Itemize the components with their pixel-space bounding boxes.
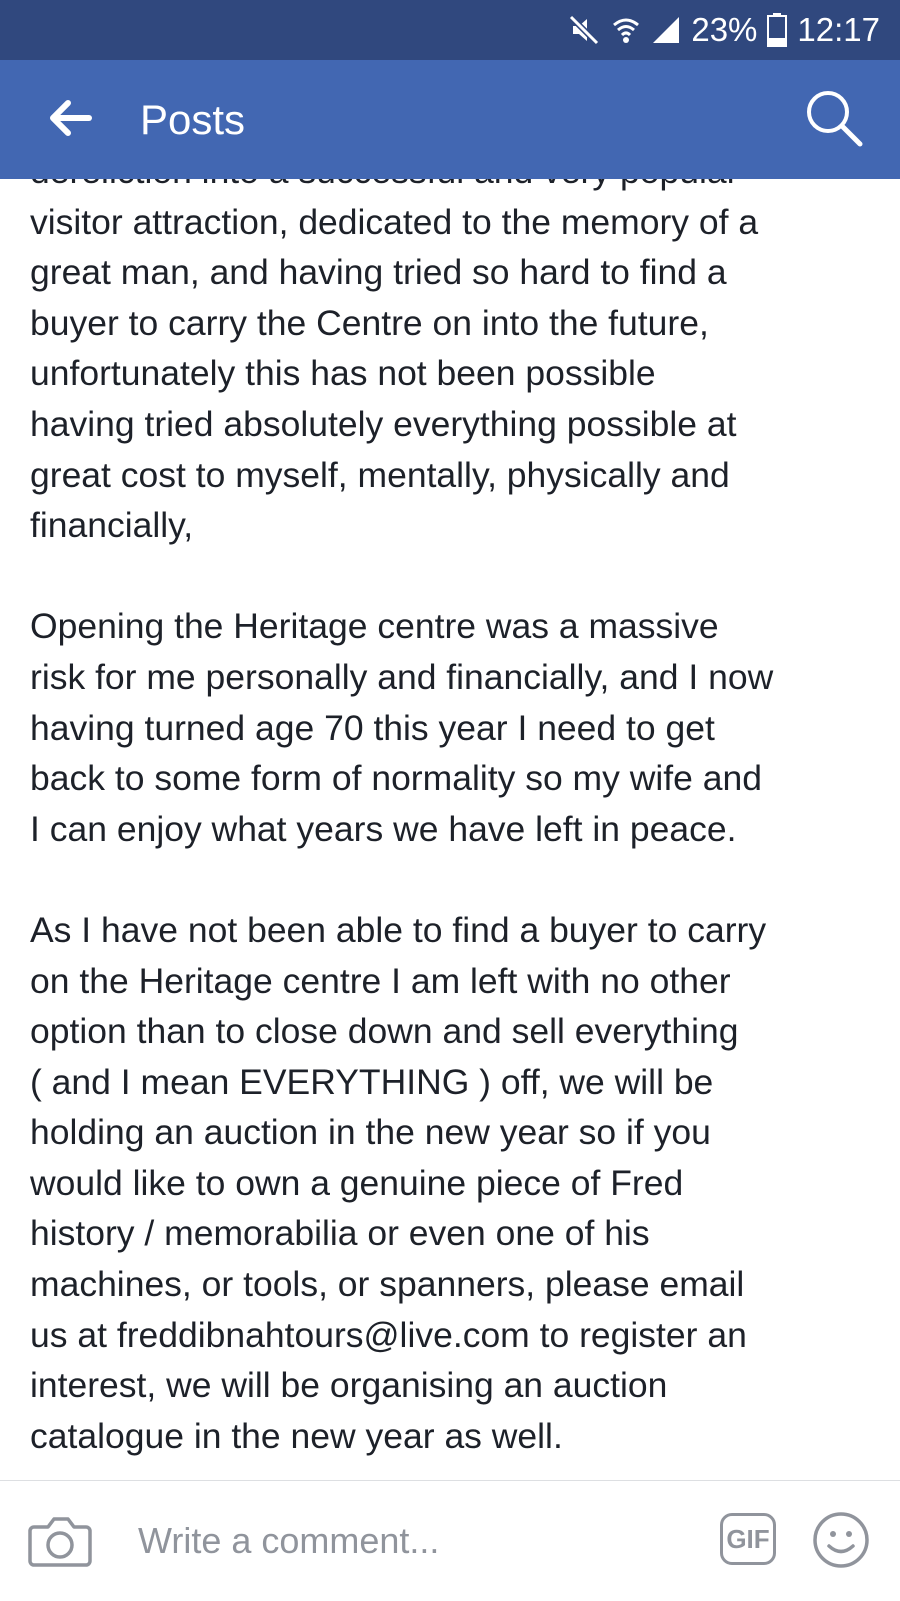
comment-composer: GIF xyxy=(0,1480,900,1601)
gif-icon: GIF xyxy=(726,1524,770,1554)
post-content[interactable]: dereliction into a successful and very p… xyxy=(0,179,900,1480)
back-button[interactable] xyxy=(42,92,98,148)
camera-button[interactable] xyxy=(28,1511,92,1571)
emoji-icon xyxy=(812,1512,870,1573)
mute-icon xyxy=(567,13,601,47)
back-arrow-icon xyxy=(48,99,92,141)
gif-button[interactable]: GIF xyxy=(720,1513,776,1565)
clock: 12:17 xyxy=(797,11,880,48)
comment-input[interactable] xyxy=(138,1505,688,1577)
status-indicators: 23% 12:17 xyxy=(567,0,880,60)
status-bar: 23% 12:17 xyxy=(0,0,900,60)
app-bar: Posts xyxy=(0,60,900,179)
signal-icon xyxy=(651,15,681,45)
battery-percent: 23% xyxy=(691,11,758,48)
wifi-icon xyxy=(611,15,641,45)
page-title: Posts xyxy=(140,96,246,143)
search-icon xyxy=(804,88,864,153)
post-body-text: dereliction into a successful and very p… xyxy=(30,179,774,1456)
battery-icon xyxy=(767,13,788,47)
camera-icon xyxy=(28,1517,92,1575)
emoji-button[interactable] xyxy=(812,1511,870,1569)
search-button[interactable] xyxy=(802,88,866,152)
